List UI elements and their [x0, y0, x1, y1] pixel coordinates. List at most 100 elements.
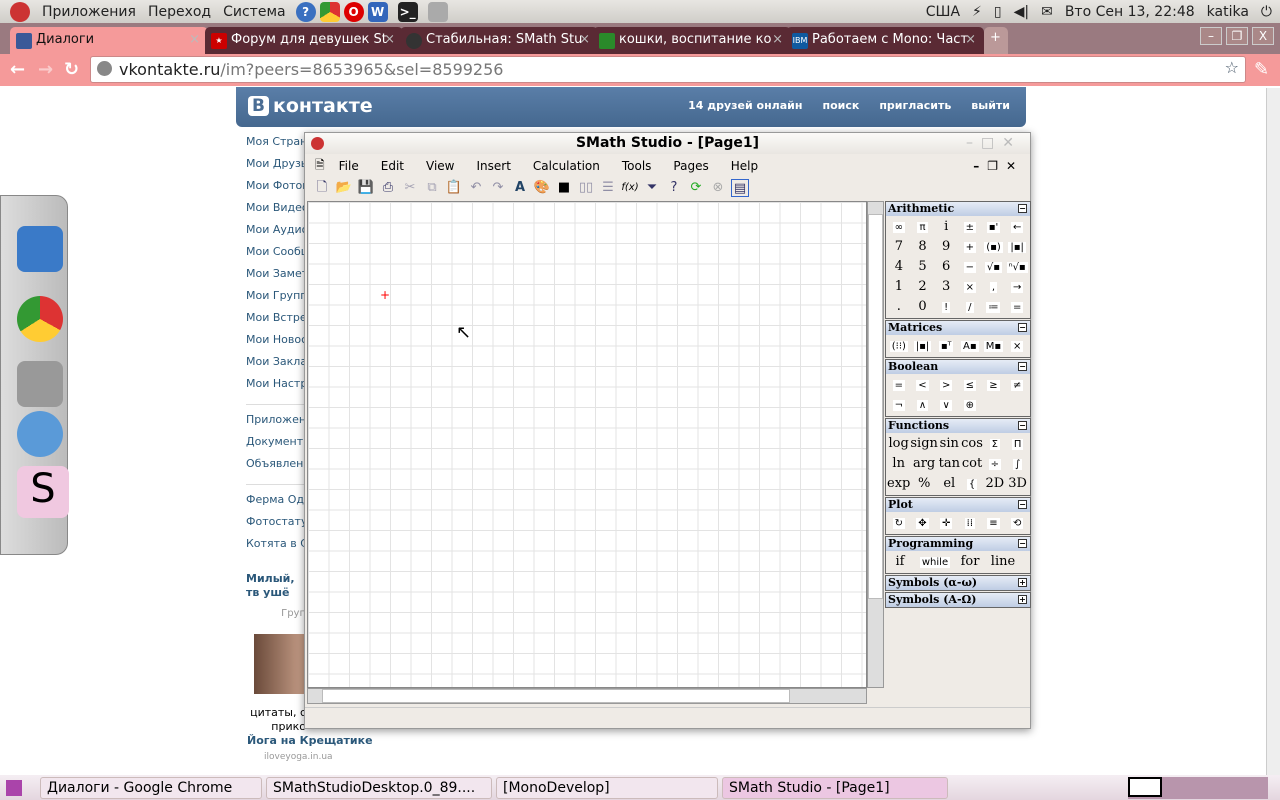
panel-button[interactable]: if [887, 552, 913, 572]
panel-button[interactable]: A▪ [958, 336, 982, 356]
maximize-button[interactable]: ❐ [1226, 27, 1248, 45]
panel-button[interactable]: (⁝⁝) [887, 336, 911, 356]
panel-button[interactable]: 4 [887, 257, 911, 277]
collapse-icon[interactable]: − [1018, 204, 1027, 213]
panel-button[interactable]: 8 [911, 237, 935, 257]
task-smath[interactable]: SMath Studio - [Page1] [722, 776, 948, 799]
panel-button[interactable]: ⨯ [1005, 336, 1029, 356]
panel-button[interactable]: sign [910, 434, 938, 454]
address-bar[interactable]: vkontakte.ru/im?peers=8653965&sel=859925… [90, 56, 1246, 83]
vk-ad-title[interactable]: Милый, тв ушё [246, 572, 306, 606]
vk-menu-item[interactable]: Мои Сообщения [246, 244, 306, 266]
tab-dialogi[interactable]: Диалоги × [10, 27, 208, 54]
panel-button[interactable]: (▪) [982, 237, 1006, 257]
power-icon[interactable]: ⏻ [1261, 4, 1272, 20]
panel-button[interactable]: tan [938, 454, 961, 474]
panel-button[interactable]: ≤ [958, 375, 982, 395]
copy-icon[interactable]: ⧉ [423, 179, 441, 197]
vk-ad-title[interactable]: Йога на Крещатике [247, 734, 373, 747]
panel-button[interactable]: ! [934, 297, 958, 317]
panel-button[interactable]: ✥ [911, 513, 935, 533]
panel-button[interactable]: ▪' [982, 217, 1006, 237]
panel-button[interactable]: for [957, 552, 983, 572]
panel-button[interactable]: ▪ᵀ [934, 336, 958, 356]
panel-button[interactable]: ≥ [982, 375, 1006, 395]
smath-window-controls[interactable]: –□✕ [966, 133, 1022, 154]
collapse-icon[interactable]: − [1018, 500, 1027, 509]
vk-logo[interactable]: Вконтакте [248, 95, 373, 117]
panel-toggle-icon[interactable]: ▤ [731, 179, 749, 197]
panel-button[interactable]: − [958, 257, 982, 277]
panel-button[interactable]: / [958, 297, 982, 317]
panel-section-header[interactable]: Plot − [886, 498, 1030, 512]
vk-menu-item[interactable]: Объявления [246, 456, 306, 478]
panel-button[interactable]: exp [887, 474, 910, 494]
dock-home-icon[interactable] [17, 361, 63, 407]
panel-button[interactable]: ∫ [1006, 454, 1029, 474]
chrome-icon[interactable] [319, 1, 340, 22]
panel-button[interactable]: ± [958, 217, 982, 237]
clock[interactable]: Вто Сен 13, 22:48 [1065, 4, 1195, 20]
panel-button[interactable]: ≠ [1005, 375, 1029, 395]
menu-edit[interactable]: Edit [381, 159, 404, 173]
vk-menu-item[interactable]: Мои Видеозаписи [246, 200, 306, 222]
menu-system[interactable]: Система [223, 4, 285, 20]
help-book-icon[interactable]: ? [665, 179, 683, 197]
vk-menu-item[interactable]: Мои Аудиозаписи [246, 222, 306, 244]
panel-button[interactable]: → [1005, 277, 1029, 297]
vk-menu-item[interactable]: Мои Группы [246, 288, 306, 310]
panel-button[interactable]: = [1005, 297, 1029, 317]
opera-icon[interactable]: O [343, 1, 364, 22]
vk-menu-item[interactable]: Фотостатус [246, 514, 306, 536]
vk-menu-item[interactable]: Мои Настройки [246, 376, 306, 398]
panel-button[interactable]: 2 [911, 277, 935, 297]
help-icon[interactable]: ? [295, 1, 316, 22]
close-tab-icon[interactable]: × [772, 32, 783, 47]
mdi-controls[interactable]: –❐✕ [973, 159, 1024, 173]
panel-button[interactable]: 2D [983, 474, 1006, 494]
panel-button[interactable]: , [982, 277, 1006, 297]
border-icon[interactable]: ■ [555, 179, 573, 197]
text-icon[interactable]: A [511, 179, 529, 197]
panel-button[interactable]: M▪ [982, 336, 1006, 356]
panel-button[interactable]: ⁞⁞ [958, 513, 982, 533]
panel-button[interactable]: ¬ [887, 395, 911, 415]
bookmark-star-icon[interactable]: ☆ [1225, 58, 1239, 77]
menu-tools[interactable]: Tools [622, 159, 652, 173]
panel-button[interactable]: i [934, 217, 958, 237]
vk-ad-caption[interactable]: цитаты, с прико [246, 706, 306, 736]
panel-button[interactable]: ✛ [934, 513, 958, 533]
user-menu[interactable]: katika [1207, 4, 1249, 20]
menu-calculation[interactable]: Calculation [533, 159, 600, 173]
panel-button[interactable]: 5 [911, 257, 935, 277]
panel-section-header[interactable]: Boolean − [886, 360, 1030, 374]
horizontal-scrollbar[interactable] [307, 688, 867, 704]
panel-button[interactable]: + [958, 237, 982, 257]
vk-menu-item[interactable]: Документы [246, 434, 306, 456]
panel-button[interactable]: Π [1006, 434, 1029, 454]
worksheet-canvas[interactable]: + ↖ [307, 201, 867, 688]
vk-menu-item[interactable]: Приложения [246, 412, 306, 434]
open-icon[interactable]: 📂 [335, 179, 353, 197]
dock-smath-icon[interactable]: S [17, 466, 69, 518]
menu-file[interactable]: File [339, 159, 359, 173]
redo-icon[interactable]: ↷ [489, 179, 507, 197]
close-tab-icon[interactable]: × [965, 32, 976, 47]
panel-button[interactable]: 7 [887, 237, 911, 257]
vk-menu-item[interactable]: Ферма Оде [246, 492, 306, 514]
panel-button[interactable]: el [938, 474, 961, 494]
panel-button[interactable]: ⁿ√▪ [1005, 257, 1029, 277]
screenshot-icon[interactable] [427, 1, 448, 22]
save-icon[interactable]: 💾 [357, 179, 375, 197]
vk-nav-online[interactable]: 14 друзей онлайн [688, 99, 802, 112]
close-tab-icon[interactable]: × [189, 32, 200, 47]
menu-help[interactable]: Help [731, 159, 758, 173]
vk-menu-item[interactable]: Мои Заметки [246, 266, 306, 288]
collapse-icon[interactable]: − [1018, 421, 1027, 430]
document-icon[interactable]: 🗎 [315, 156, 325, 177]
panel-button[interactable]: |▪| [911, 336, 935, 356]
panel-button[interactable]: ⟲ [1005, 513, 1029, 533]
menu-view[interactable]: View [426, 159, 454, 173]
page-scrollbar[interactable] [1266, 88, 1280, 775]
panel-button[interactable]: ← [1005, 217, 1029, 237]
